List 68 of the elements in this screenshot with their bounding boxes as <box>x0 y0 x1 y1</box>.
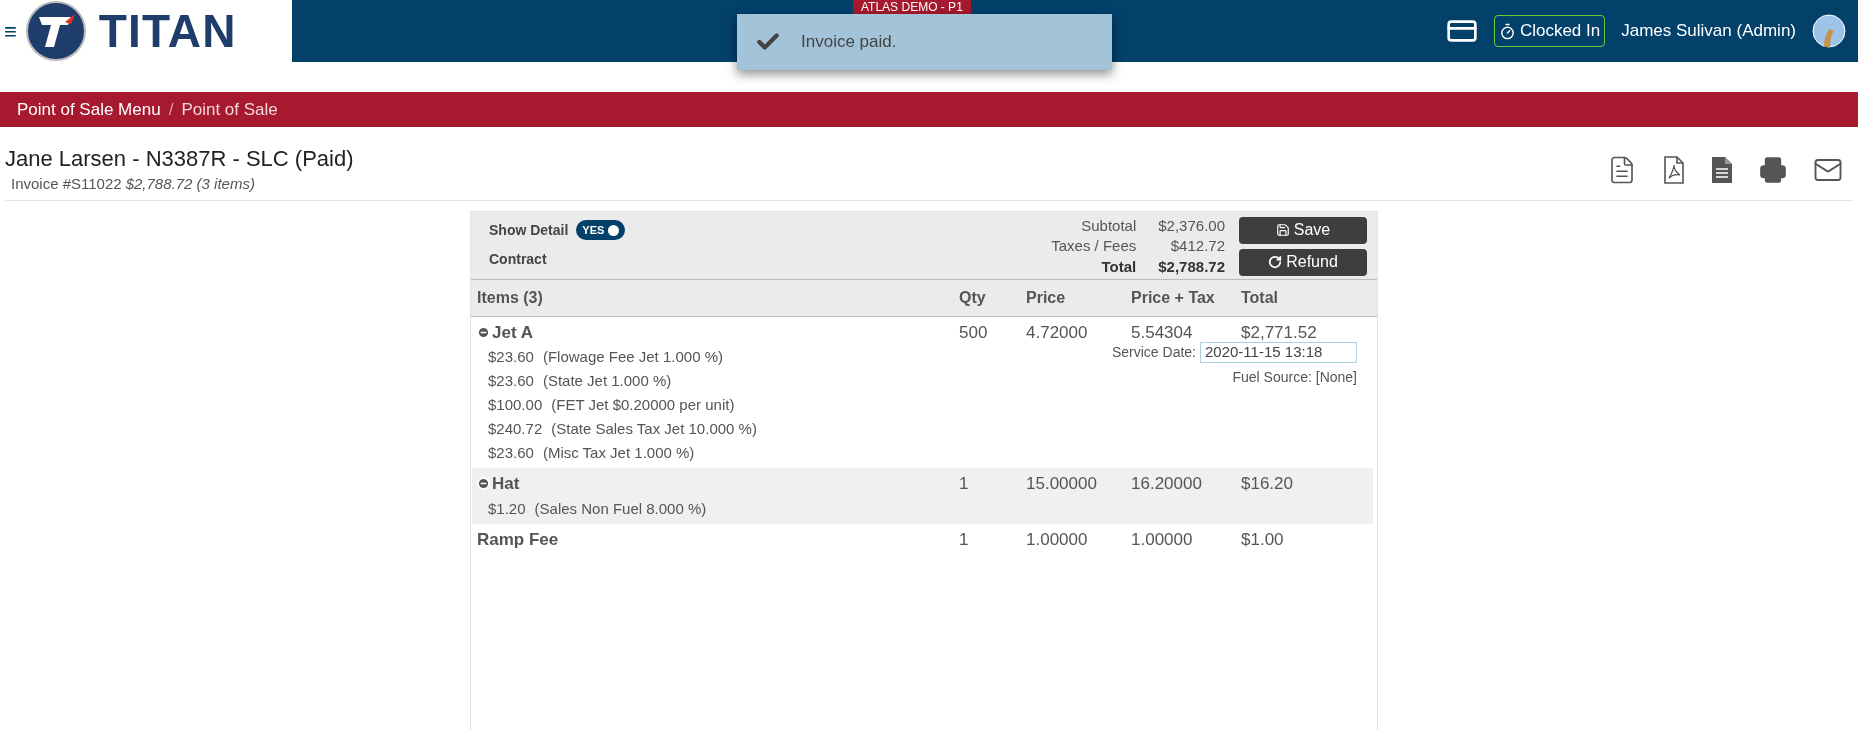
save-icon <box>1275 223 1290 237</box>
table-cell-text: $2,771.52 <box>1241 321 1318 344</box>
avatar[interactable] <box>1812 14 1846 48</box>
breadcrumb-link[interactable]: Point of Sale <box>181 96 278 123</box>
fee-amount: $100.00 <box>488 395 543 415</box>
print-icon[interactable] <box>1759 156 1787 184</box>
total-label: Total <box>1100 257 1137 277</box>
table-cell-text: 15.00000 <box>1026 473 1098 495</box>
invoice-title: Jane Larsen - N3387R - SLC (Paid) <box>5 145 355 173</box>
breadcrumb-separator: / <box>168 98 174 121</box>
item-name: Jet A <box>492 321 533 344</box>
user-name[interactable]: James Sulivan (Admin) <box>1621 18 1796 44</box>
column-header: Qty <box>959 287 987 308</box>
fee-description: (Misc Tax Jet 1.000 %) <box>542 443 695 463</box>
fee-description: (Sales Non Fuel 8.000 %) <box>534 498 707 519</box>
table-cell-text: $16.20 <box>1241 473 1294 495</box>
pdf-file-icon[interactable] <box>1663 156 1685 184</box>
fuel-source: Fuel Source: [None] <box>1232 368 1357 387</box>
fee-amount: $240.72 <box>488 419 543 439</box>
contract-label: Contract <box>489 249 548 269</box>
show-detail-toggle[interactable]: YES <box>576 220 626 240</box>
total-value: $412.72 <box>1169 237 1225 257</box>
table-cell-text: 4.72000 <box>1026 321 1089 344</box>
table-cell-text: 1.00000 <box>1026 528 1089 551</box>
column-header: Price + Tax <box>1131 287 1216 308</box>
fee-description: (FET Jet $0.20000 per unit) <box>551 395 735 415</box>
refund-button[interactable]: Refund <box>1239 248 1367 276</box>
total-value: $2,788.72 <box>1158 257 1225 277</box>
menu-icon[interactable]: ≡ <box>0 14 21 48</box>
logo-text: TITAN <box>98 3 237 59</box>
service-date-field[interactable]: 2020-11-15 13:18 <box>1200 342 1357 363</box>
stopwatch-icon <box>1498 22 1516 40</box>
collapse-icon[interactable] <box>477 325 490 339</box>
table-cell-text: 500 <box>959 321 989 344</box>
fee-amount: $23.60 <box>488 443 534 463</box>
item-name: Ramp Fee <box>477 528 559 551</box>
fee-description: (State Sales Tax Jet 10.000 %) <box>551 419 757 439</box>
fee-description: (Flowage Fee Jet 1.000 %) <box>542 347 723 367</box>
item-name: Hat <box>492 473 520 495</box>
total-label: Taxes / Fees <box>1051 237 1137 257</box>
document-icon[interactable] <box>1711 156 1733 184</box>
table-cell-text: 5.54304 <box>1131 321 1194 344</box>
invoice-number: Invoice #S11022 <box>11 174 122 194</box>
fee-description: (State Jet 1.000 %) <box>542 371 672 391</box>
total-label: Subtotal <box>1080 216 1137 236</box>
environment-badge: ATLAS DEMO - P1 <box>853 0 971 14</box>
show-detail-label: Show Detail <box>489 220 569 240</box>
fee-amount: $23.60 <box>488 371 534 391</box>
table-cell-text: $1.00 <box>1241 528 1285 551</box>
column-header: Price <box>1026 287 1067 308</box>
invoice-summary: $2,788.72 (3 items) <box>125 174 255 194</box>
collapse-icon[interactable] <box>477 477 490 491</box>
fee-amount: $1.20 <box>488 498 526 519</box>
table-cell-text: 1.00000 <box>1131 528 1194 551</box>
save-button[interactable]: Save <box>1239 216 1367 244</box>
breadcrumb-link[interactable]: Point of Sale Menu <box>17 96 161 123</box>
toast-message: Invoice paid. <box>801 31 897 54</box>
total-value: $2,376.00 <box>1158 216 1225 236</box>
fee-amount: $23.60 <box>488 347 534 367</box>
column-header: Total <box>1241 287 1280 308</box>
clock-status-text: Clocked In <box>1519 20 1601 43</box>
clock-status-badge[interactable]: Clocked In <box>1493 15 1606 47</box>
table-cell-text: 1 <box>959 528 970 551</box>
refresh-icon <box>1268 255 1283 269</box>
service-date-label: Service Date: <box>1111 343 1196 362</box>
column-header: Items (3) <box>477 287 544 308</box>
table-cell-text: 1 <box>959 473 970 495</box>
table-cell-text: 16.20000 <box>1131 473 1203 495</box>
